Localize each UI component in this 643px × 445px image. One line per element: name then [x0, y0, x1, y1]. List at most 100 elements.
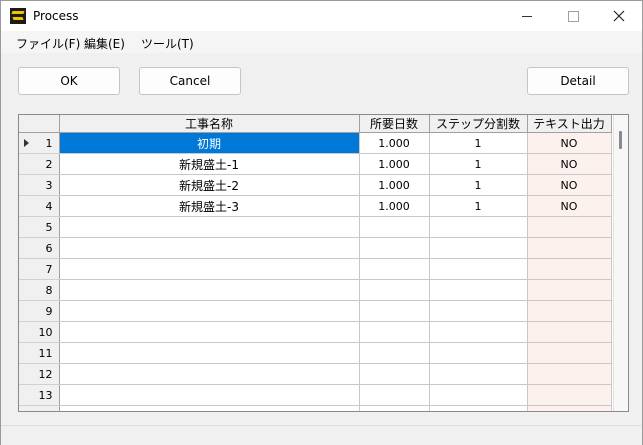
cell-steps[interactable]: 1: [429, 195, 528, 217]
cell-steps[interactable]: [429, 300, 528, 322]
table-row[interactable]: 4 新規盛土-3 1.000 1 NO: [19, 195, 612, 217]
cell-name[interactable]: 新規盛土-3: [59, 195, 360, 217]
cell-days[interactable]: [359, 300, 430, 322]
cell-days[interactable]: [359, 216, 430, 238]
cell-steps[interactable]: 1: [429, 153, 528, 175]
column-header-text-output[interactable]: テキスト出力: [527, 115, 612, 133]
cell-name[interactable]: 初期: [59, 132, 360, 154]
row-header[interactable]: 11: [19, 342, 60, 364]
row-header[interactable]: 10: [19, 321, 60, 343]
cell-days[interactable]: 1.000: [359, 174, 430, 196]
cell-name[interactable]: [59, 237, 360, 259]
cell-days[interactable]: [359, 321, 430, 343]
title-bar[interactable]: Process: [1, 1, 642, 31]
column-header-name[interactable]: 工事名称: [59, 115, 360, 133]
table-row[interactable]: 5: [19, 216, 612, 238]
cell-steps[interactable]: [429, 237, 528, 259]
table-row[interactable]: 14: [19, 405, 612, 411]
row-header[interactable]: 8: [19, 279, 60, 301]
table-row[interactable]: 13: [19, 384, 612, 406]
cell-text-output[interactable]: NO: [527, 174, 612, 196]
cell-steps[interactable]: [429, 384, 528, 406]
maximize-button[interactable]: [550, 1, 596, 31]
cell-text-output[interactable]: NO: [527, 153, 612, 175]
cell-days[interactable]: 1.000: [359, 195, 430, 217]
cell-name[interactable]: [59, 405, 360, 411]
row-header[interactable]: 13: [19, 384, 60, 406]
table-row[interactable]: 11: [19, 342, 612, 364]
table-row[interactable]: 6: [19, 237, 612, 259]
row-header[interactable]: 7: [19, 258, 60, 280]
cell-name[interactable]: [59, 279, 360, 301]
cancel-button[interactable]: Cancel: [139, 67, 241, 95]
close-button[interactable]: [596, 1, 642, 31]
cell-steps[interactable]: [429, 405, 528, 411]
row-header[interactable]: 9: [19, 300, 60, 322]
row-header[interactable]: 12: [19, 363, 60, 385]
cell-steps[interactable]: [429, 258, 528, 280]
row-header[interactable]: 3: [19, 174, 60, 196]
column-header-days[interactable]: 所要日数: [359, 115, 430, 133]
cell-text-output[interactable]: [527, 363, 612, 385]
cell-text-output[interactable]: [527, 342, 612, 364]
cell-steps[interactable]: [429, 216, 528, 238]
cell-name[interactable]: 新規盛土-1: [59, 153, 360, 175]
menu-tools[interactable]: ツール(T): [141, 35, 194, 52]
cell-days[interactable]: [359, 258, 430, 280]
row-header[interactable]: 1: [19, 132, 60, 154]
table-row[interactable]: 12: [19, 363, 612, 385]
row-header[interactable]: 5: [19, 216, 60, 238]
table-row[interactable]: 10: [19, 321, 612, 343]
column-header-steps[interactable]: ステップ分割数: [429, 115, 528, 133]
cell-name[interactable]: [59, 300, 360, 322]
scrollbar-thumb[interactable]: [619, 131, 622, 149]
cell-text-output[interactable]: [527, 258, 612, 280]
cell-text-output[interactable]: [527, 321, 612, 343]
cell-name[interactable]: 新規盛土-2: [59, 174, 360, 196]
ok-button[interactable]: OK: [18, 67, 120, 95]
table-row[interactable]: 8: [19, 279, 612, 301]
cell-text-output[interactable]: [527, 279, 612, 301]
cell-steps[interactable]: [429, 363, 528, 385]
cell-days[interactable]: [359, 237, 430, 259]
cell-text-output[interactable]: [527, 300, 612, 322]
cell-steps[interactable]: 1: [429, 174, 528, 196]
cell-text-output[interactable]: [527, 384, 612, 406]
cell-days[interactable]: 1.000: [359, 132, 430, 154]
process-grid[interactable]: 工事名称 所要日数 ステップ分割数 テキスト出力 1 初期 1.000 1 NO 2 新規盛…: [18, 114, 629, 412]
cell-text-output[interactable]: [527, 237, 612, 259]
row-header[interactable]: 6: [19, 237, 60, 259]
cell-name[interactable]: [59, 216, 360, 238]
cell-name[interactable]: [59, 384, 360, 406]
detail-button[interactable]: Detail: [527, 67, 629, 95]
table-row[interactable]: 7: [19, 258, 612, 280]
cell-text-output[interactable]: NO: [527, 132, 612, 154]
minimize-button[interactable]: [504, 1, 550, 31]
cell-days[interactable]: [359, 363, 430, 385]
row-header[interactable]: 2: [19, 153, 60, 175]
cell-days[interactable]: [359, 405, 430, 411]
cell-days[interactable]: [359, 384, 430, 406]
corner-header[interactable]: [19, 115, 60, 133]
cell-text-output[interactable]: [527, 405, 612, 411]
cell-name[interactable]: [59, 321, 360, 343]
menu-file[interactable]: ファイル(F): [16, 35, 80, 52]
cell-name[interactable]: [59, 363, 360, 385]
cell-name[interactable]: [59, 258, 360, 280]
cell-steps[interactable]: 1: [429, 132, 528, 154]
row-header[interactable]: 4: [19, 195, 60, 217]
cell-text-output[interactable]: NO: [527, 195, 612, 217]
cell-steps[interactable]: [429, 279, 528, 301]
table-row[interactable]: 1 初期 1.000 1 NO: [19, 132, 612, 154]
cell-text-output[interactable]: [527, 216, 612, 238]
table-row[interactable]: 9: [19, 300, 612, 322]
cell-name[interactable]: [59, 342, 360, 364]
table-row[interactable]: 3 新規盛土-2 1.000 1 NO: [19, 174, 612, 196]
row-header[interactable]: 14: [19, 405, 60, 411]
table-row[interactable]: 2 新規盛土-1 1.000 1 NO: [19, 153, 612, 175]
menu-edit[interactable]: 編集(E): [84, 35, 125, 52]
cell-steps[interactable]: [429, 321, 528, 343]
cell-steps[interactable]: [429, 342, 528, 364]
cell-days[interactable]: 1.000: [359, 153, 430, 175]
cell-days[interactable]: [359, 279, 430, 301]
